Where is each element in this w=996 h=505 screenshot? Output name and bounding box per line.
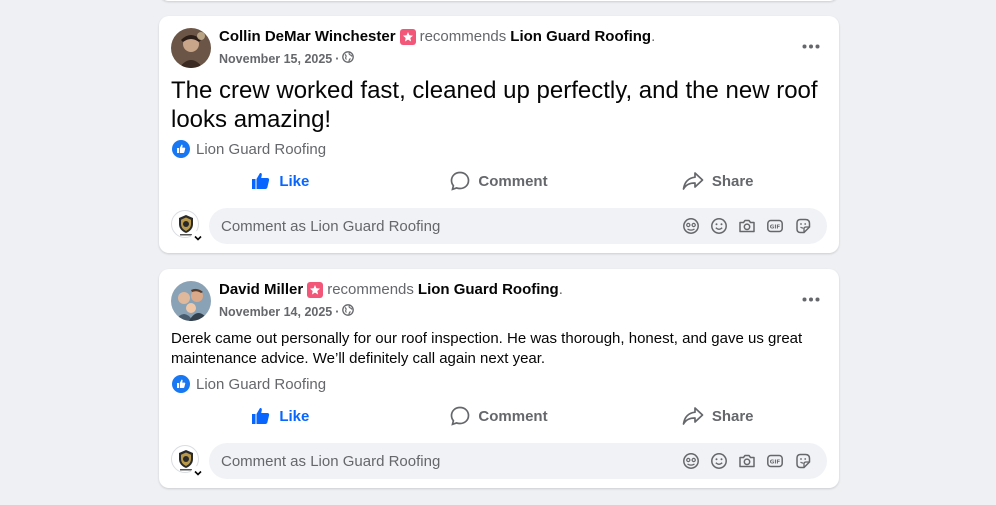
more-options-button[interactable] (797, 287, 825, 311)
recommended-page-name[interactable]: Lion Guard Roofing (196, 141, 326, 158)
recommends-text: recommends (327, 281, 414, 298)
post-text: The crew worked fast, cleaned up perfect… (171, 77, 818, 133)
like-button[interactable]: Like (171, 164, 390, 198)
comment-icon (450, 406, 470, 426)
recommended-page-name[interactable]: Lion Guard Roofing (196, 376, 326, 393)
previous-post-card (159, 0, 839, 1)
share-button[interactable]: Share (608, 399, 827, 433)
comment-button[interactable]: Comment (390, 164, 609, 198)
recommend-icon (307, 281, 324, 298)
period: . (558, 281, 563, 298)
svg-text:GIF: GIF (770, 225, 781, 231)
comment-input[interactable] (221, 452, 677, 470)
comment-tools: GIF (677, 214, 817, 238)
share-icon (682, 406, 704, 426)
post-header: Collin DeMar Winchester recommends Lion … (219, 28, 655, 45)
comment-icon (450, 171, 470, 191)
post-meta: November 14, 2025 · (219, 304, 355, 319)
avatar[interactable] (171, 281, 211, 321)
review-post: Collin DeMar Winchester recommends Lion … (159, 16, 839, 253)
avatar[interactable] (171, 28, 211, 68)
like-button[interactable]: Like (171, 399, 390, 433)
thumbs-up-badge-icon (172, 140, 190, 158)
author-name[interactable]: Collin DeMar Winchester (219, 28, 396, 45)
post-header: David Miller recommends Lion Guard Roofi… (219, 281, 563, 298)
like-label: Like (279, 172, 310, 190)
more-options-button[interactable] (797, 34, 825, 58)
thumbs-up-badge-icon (172, 375, 190, 393)
comment-tools: GIF (677, 449, 817, 473)
chevron-down-icon[interactable] (191, 466, 205, 480)
recommend-icon (399, 28, 416, 45)
post-date[interactable]: November 14, 2025 (219, 305, 332, 319)
globe-icon (342, 304, 355, 319)
review-post: David Miller recommends Lion Guard Roofi… (159, 269, 839, 488)
comment-label: Comment (478, 172, 548, 190)
share-label: Share (711, 407, 754, 425)
like-icon (251, 406, 271, 426)
camera-icon[interactable] (733, 214, 761, 238)
page-avatar[interactable] (171, 210, 205, 245)
camera-icon[interactable] (733, 449, 761, 473)
meta-separator: · (335, 51, 340, 66)
gif-icon[interactable]: GIF (761, 214, 789, 238)
page-link[interactable]: Lion Guard Roofing (510, 28, 651, 45)
recommends-text: recommends (419, 28, 507, 45)
avatar-sticker-icon[interactable] (677, 449, 705, 473)
sticker-icon[interactable] (789, 214, 817, 238)
emoji-icon[interactable] (705, 214, 733, 238)
period: . (651, 28, 656, 45)
meta-separator: · (335, 304, 340, 319)
share-label: Share (711, 172, 754, 190)
comment-composer: GIF (171, 443, 827, 480)
emoji-icon[interactable] (705, 449, 733, 473)
page-link[interactable]: Lion Guard Roofing (418, 281, 559, 298)
comment-label: Comment (478, 407, 548, 425)
svg-text:GIF: GIF (770, 460, 781, 466)
author-name[interactable]: David Miller (219, 281, 303, 298)
share-button[interactable]: Share (608, 164, 827, 198)
post-meta: November 15, 2025 · (219, 51, 355, 66)
comment-input[interactable] (221, 217, 677, 235)
comment-box: GIF (209, 208, 827, 244)
like-icon (251, 171, 271, 191)
comment-box: GIF (209, 443, 827, 479)
avatar-sticker-icon[interactable] (677, 214, 705, 238)
action-bar: Like Comment Share (171, 399, 827, 433)
recommended-page-line: Lion Guard Roofing (172, 140, 326, 158)
share-icon (682, 171, 704, 191)
globe-icon (342, 51, 355, 66)
page-avatar[interactable] (171, 445, 205, 480)
sticker-icon[interactable] (789, 449, 817, 473)
comment-button[interactable]: Comment (390, 399, 609, 433)
chevron-down-icon[interactable] (191, 231, 205, 245)
gif-icon[interactable]: GIF (761, 449, 789, 473)
recommended-page-line: Lion Guard Roofing (172, 375, 326, 393)
post-text: Derek came out personally for our roof i… (171, 330, 803, 367)
action-bar: Like Comment Share (171, 164, 827, 198)
like-label: Like (279, 407, 310, 425)
post-date[interactable]: November 15, 2025 (219, 52, 332, 66)
comment-composer: GIF (171, 208, 827, 245)
